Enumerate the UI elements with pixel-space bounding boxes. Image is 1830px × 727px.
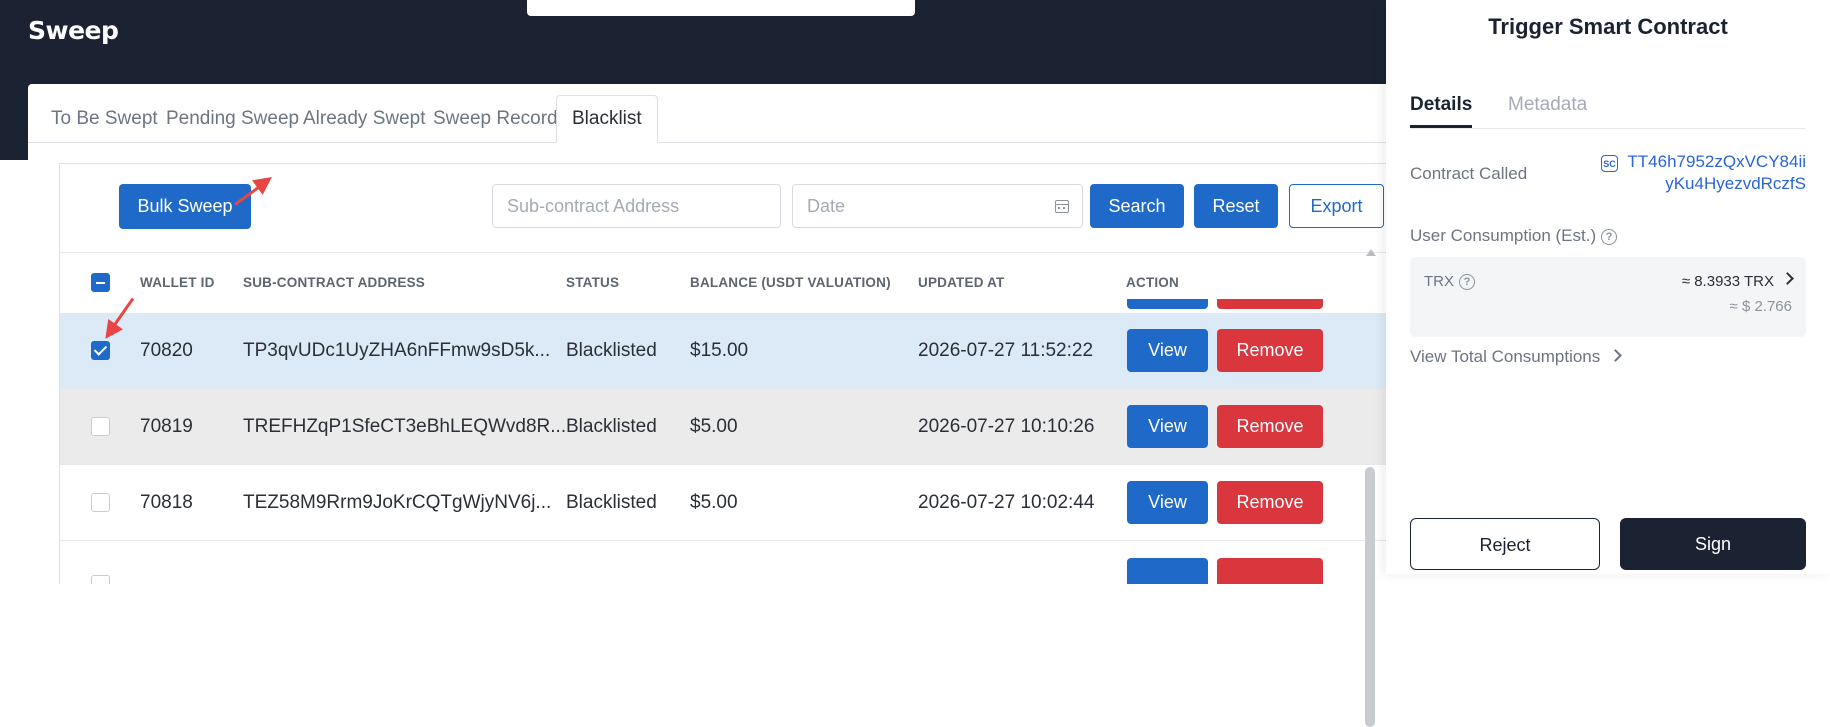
wallet-tab-metadata[interactable]: Metadata	[1508, 94, 1587, 116]
chevron-right-icon	[1609, 349, 1622, 362]
remove-button[interactable]: Remove	[1217, 329, 1323, 372]
wallet-title: Trigger Smart Contract	[1488, 14, 1728, 39]
trx-value: ≈ 8.3933 TRX	[1681, 273, 1774, 290]
row-checkbox[interactable]	[91, 417, 110, 436]
scroll-up-icon[interactable]	[1366, 249, 1376, 256]
column-header-status: STATUS	[566, 275, 620, 290]
remove-button-partial[interactable]	[1217, 299, 1323, 309]
tab-pending-sweep[interactable]: Pending Sweep	[166, 96, 299, 142]
select-all-checkbox[interactable]	[91, 273, 110, 292]
trx-label-row: TRX?	[1424, 273, 1475, 290]
row-checkbox[interactable]	[91, 575, 110, 584]
tab-to-be-swept[interactable]: To Be Swept	[51, 96, 158, 142]
tab-blacklist[interactable]: Blacklist	[556, 95, 658, 143]
table-scrollbar[interactable]	[1363, 249, 1377, 727]
remove-button[interactable]: Remove	[1217, 405, 1323, 448]
updated-at: 2026-07-27 10:10:26	[918, 416, 1095, 437]
sub-contract-address: TREFHZqP1SfeCT3eBhLEQWvd8R...	[243, 416, 567, 437]
balance: $5.00	[690, 492, 738, 513]
row-checkbox[interactable]	[91, 493, 110, 512]
remove-button-partial[interactable]	[1217, 558, 1323, 584]
app-title: Sweep	[28, 16, 119, 45]
view-button[interactable]: View	[1127, 481, 1208, 524]
status-text: Blacklisted	[566, 416, 657, 437]
wallet-id: 70820	[140, 340, 193, 361]
sign-button[interactable]: Sign	[1620, 518, 1806, 570]
date-picker-input[interactable]	[792, 184, 1083, 228]
help-icon[interactable]: ?	[1459, 274, 1475, 290]
wallet-tab-indicator	[1410, 125, 1472, 128]
view-button-partial[interactable]	[1127, 299, 1208, 309]
contract-address-line1[interactable]: TT46h7952zQxVCY84ii	[1627, 152, 1806, 172]
wallet-sign-panel: Trigger Smart Contract Details Metadata …	[1386, 0, 1830, 574]
main-card: To Be Swept Pending Sweep Already Swept …	[28, 84, 1390, 727]
blacklist-panel: Bulk Sweep Search Reset Export WALLET ID…	[59, 163, 1390, 584]
sub-contract-address: TEZ58M9Rrm9JoKrCQTgWjyNV6j...	[243, 492, 552, 513]
user-consumption-label: User Consumption (Est.)?	[1410, 226, 1618, 246]
user-consumption-text: User Consumption (Est.)	[1410, 226, 1597, 245]
table-row[interactable]: 70819 TREFHZqP1SfeCT3eBhLEQWvd8R... Blac…	[60, 389, 1390, 465]
column-header-wallet-id: WALLET ID	[140, 275, 215, 290]
search-button[interactable]: Search	[1090, 184, 1184, 228]
contract-called-label: Contract Called	[1410, 164, 1528, 183]
remove-button[interactable]: Remove	[1217, 481, 1323, 524]
table-row-partial	[60, 541, 1390, 584]
sub-contract-address-input[interactable]	[492, 184, 781, 228]
tab-bar: To Be Swept Pending Sweep Already Swept …	[28, 84, 1390, 143]
reject-button[interactable]: Reject	[1410, 518, 1600, 570]
view-total-text: View Total Consumptions	[1410, 347, 1601, 366]
table-row[interactable]: 70820 TP3qvUDc1UyZHA6nFFmw9sD5k... Black…	[60, 313, 1390, 389]
bulk-sweep-button[interactable]: Bulk Sweep	[119, 184, 251, 229]
tab-already-swept[interactable]: Already Swept	[303, 96, 426, 142]
calendar-icon[interactable]	[1055, 200, 1069, 213]
column-header-balance: BALANCE (USDT VALUATION)	[690, 275, 891, 290]
chevron-right-icon[interactable]	[1781, 272, 1794, 285]
view-total-consumptions-link[interactable]: View Total Consumptions	[1410, 347, 1622, 367]
wallet-tabs-divider	[1410, 128, 1806, 129]
wallet-tab-details[interactable]: Details	[1410, 94, 1472, 116]
wallet-id: 70818	[140, 492, 193, 513]
balance: $5.00	[690, 416, 738, 437]
wallet-id: 70819	[140, 416, 193, 437]
view-button[interactable]: View	[1127, 405, 1208, 448]
view-button-partial[interactable]	[1127, 558, 1208, 584]
scroll-thumb[interactable]	[1365, 467, 1375, 727]
updated-at: 2026-07-27 10:02:44	[918, 492, 1095, 513]
consumption-box: TRX? ≈ 8.3933 TRX ≈ $ 2.766	[1410, 257, 1806, 337]
reset-button[interactable]: Reset	[1194, 184, 1278, 228]
tab-sweep-records[interactable]: Sweep Records	[433, 96, 567, 142]
top-popup	[527, 0, 915, 16]
column-header-address: SUB-CONTRACT ADDRESS	[243, 275, 425, 290]
table-row[interactable]: 70818 TEZ58M9Rrm9JoKrCQTgWjyNV6j... Blac…	[60, 465, 1390, 541]
status-text: Blacklisted	[566, 492, 657, 513]
view-button[interactable]: View	[1127, 329, 1208, 372]
row-checkbox[interactable]	[91, 341, 110, 360]
contract-address-line2[interactable]: yKu4HyezvdRczfS	[1665, 174, 1806, 194]
help-icon[interactable]: ?	[1601, 229, 1618, 245]
smart-contract-icon: SC	[1601, 155, 1618, 172]
balance: $15.00	[690, 340, 749, 361]
status-text: Blacklisted	[566, 340, 657, 361]
table-header: WALLET ID SUB-CONTRACT ADDRESS STATUS BA…	[60, 252, 1390, 314]
export-button[interactable]: Export	[1289, 184, 1384, 228]
trx-label: TRX	[1424, 273, 1454, 290]
column-header-updated-at: UPDATED AT	[918, 275, 1005, 290]
updated-at: 2026-07-27 11:52:22	[918, 340, 1094, 361]
sub-contract-address: TP3qvUDc1UyZHA6nFFmw9sD5k...	[243, 340, 551, 361]
usd-value: ≈ $ 2.766	[1729, 298, 1792, 315]
